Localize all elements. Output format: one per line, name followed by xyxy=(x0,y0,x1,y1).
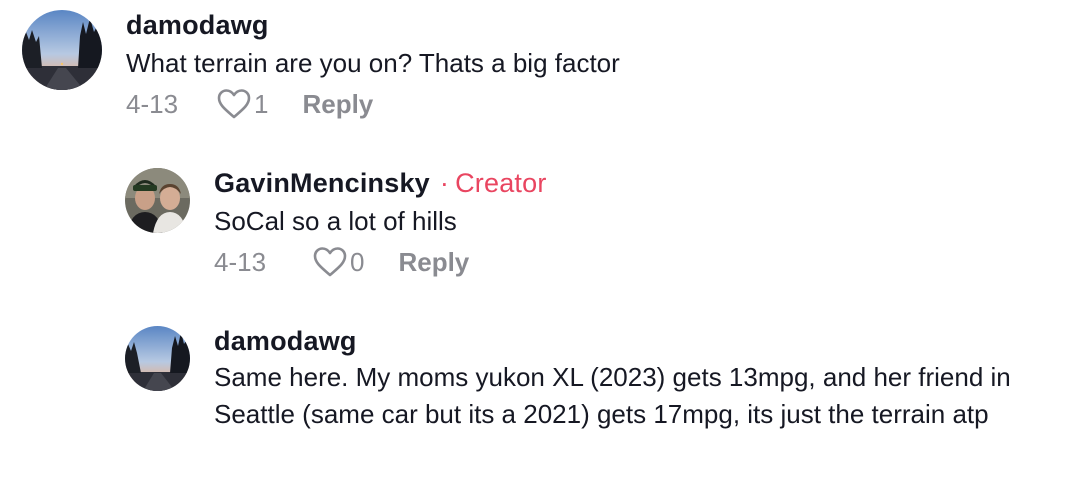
avatar[interactable] xyxy=(125,168,190,233)
badge-separator: · xyxy=(439,168,450,198)
comment-username[interactable]: GavinMencinsky xyxy=(214,168,430,199)
avatar-image xyxy=(125,168,190,233)
comment-date: 4-13 xyxy=(126,88,179,119)
avatar-image xyxy=(125,326,190,391)
creator-label: Creator xyxy=(455,168,547,198)
comment-meta: 4-13 1 Reply xyxy=(126,88,620,120)
avatar[interactable] xyxy=(22,10,102,90)
comment-date: 4-13 xyxy=(214,246,267,277)
comment-text: What terrain are you on? Thats a big fac… xyxy=(126,48,620,78)
comment-meta: 4-13 0 Reply xyxy=(214,246,547,278)
comment-username[interactable]: damodawg xyxy=(214,326,357,357)
comment-item: damodawg Same here. My moms yukon XL (20… xyxy=(125,326,1074,433)
avatar[interactable] xyxy=(125,326,190,391)
reply-button[interactable]: Reply xyxy=(302,89,373,120)
heart-outline-icon xyxy=(313,247,347,277)
comment-item: damodawg What terrain are you on? Thats … xyxy=(22,10,620,120)
comment-text: SoCal so a lot of hills xyxy=(214,206,457,236)
like-count: 1 xyxy=(254,88,269,119)
like-button[interactable]: 1 xyxy=(216,88,268,120)
comment-username[interactable]: damodawg xyxy=(126,10,269,41)
comment-text: Same here. My moms yukon XL (2023) gets … xyxy=(214,362,1011,429)
creator-badge: · Creator xyxy=(440,168,547,199)
reply-button[interactable]: Reply xyxy=(398,247,469,278)
like-count: 0 xyxy=(350,246,365,277)
like-button[interactable]: 0 xyxy=(312,246,364,278)
avatar-image xyxy=(22,10,102,90)
comment-item: GavinMencinsky · Creator SoCal so a lot o… xyxy=(125,168,547,278)
heart-outline-icon xyxy=(217,89,251,119)
